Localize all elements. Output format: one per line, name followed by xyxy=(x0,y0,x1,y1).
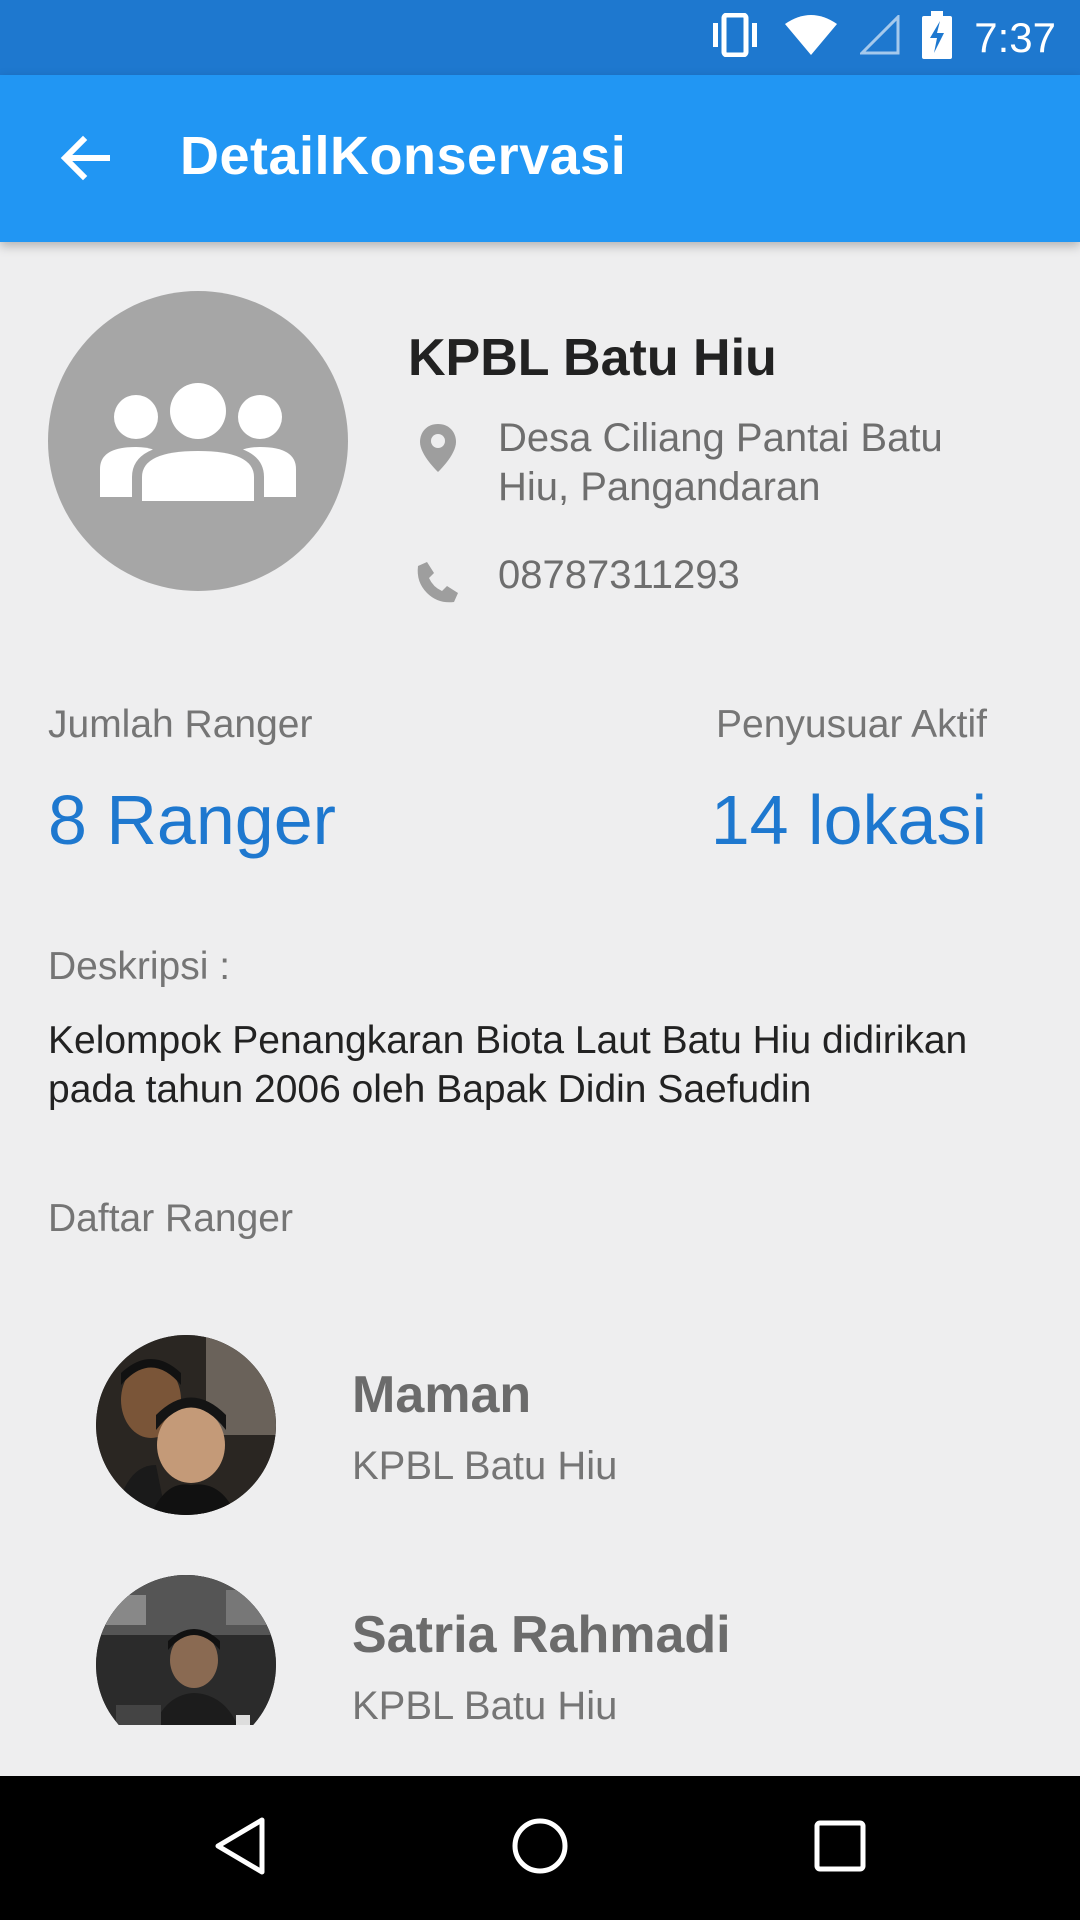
active-label: Penyusuar Aktif xyxy=(716,703,987,746)
ranger-org: KPBL Batu Hiu xyxy=(352,1684,618,1725)
cell-signal-icon xyxy=(858,13,900,60)
nav-back-button[interactable] xyxy=(195,1803,285,1893)
description-text: Kelompok Penangkaran Biota Laut Batu Hiu… xyxy=(48,1016,1048,1114)
organization-avatar xyxy=(48,291,348,591)
ranger-list[interactable]: Maman KPBL Batu Hiu Satria Rahmadi KPBL … xyxy=(0,1300,1080,1725)
back-button[interactable] xyxy=(40,115,130,205)
nav-back-icon xyxy=(212,1816,268,1881)
ranger-org: KPBL Batu Hiu xyxy=(352,1444,618,1488)
nav-recents-icon xyxy=(813,1819,867,1878)
description-label: Deskripsi : xyxy=(48,945,231,988)
address-line-2: Hiu, Pangandaran xyxy=(498,465,821,509)
rangers-count-value: 8 Ranger xyxy=(48,781,336,859)
list-item[interactable]: Maman KPBL Batu Hiu xyxy=(0,1300,1080,1540)
phone-icon xyxy=(408,552,468,612)
description-line-1: Kelompok Penangkaran Biota Laut Batu Hiu… xyxy=(48,1019,968,1062)
description-line-2: pada tahun 2006 oleh Bapak Didin Saefudi… xyxy=(48,1068,812,1111)
location-pin-icon xyxy=(408,418,468,478)
navigation-bar xyxy=(0,1776,1080,1920)
ranger-list-label: Daftar Ranger xyxy=(48,1197,293,1240)
avatar xyxy=(96,1335,276,1515)
nav-home-icon xyxy=(510,1816,570,1881)
organization-phone[interactable]: 08787311293 xyxy=(498,551,740,600)
avatar xyxy=(96,1575,276,1725)
page-title: DetailKonservasi xyxy=(180,126,627,186)
active-value: 14 lokasi xyxy=(710,781,987,859)
organization-address: Desa Ciliang Pantai Batu Hiu, Pangandara… xyxy=(498,414,943,512)
organization-name: KPBL Batu Hiu xyxy=(408,329,777,387)
status-icons: 7:37 xyxy=(708,0,1056,75)
address-line-1: Desa Ciliang Pantai Batu xyxy=(498,416,943,460)
list-item[interactable]: Satria Rahmadi KPBL Batu Hiu xyxy=(0,1540,1080,1725)
vibrate-icon xyxy=(708,12,762,62)
wifi-icon xyxy=(784,14,838,61)
ranger-name: Satria Rahmadi xyxy=(352,1606,731,1664)
battery-charging-icon xyxy=(922,11,953,64)
nav-recents-button[interactable] xyxy=(795,1803,885,1893)
rangers-count-label: Jumlah Ranger xyxy=(48,703,313,746)
ranger-name: Maman xyxy=(352,1366,532,1424)
arrow-back-icon xyxy=(59,134,111,187)
status-time: 7:37 xyxy=(974,13,1056,61)
status-bar: 7:37 xyxy=(0,0,1080,75)
nav-home-button[interactable] xyxy=(495,1803,585,1893)
app-bar: DetailKonservasi xyxy=(0,75,1080,242)
group-icon xyxy=(98,369,298,514)
